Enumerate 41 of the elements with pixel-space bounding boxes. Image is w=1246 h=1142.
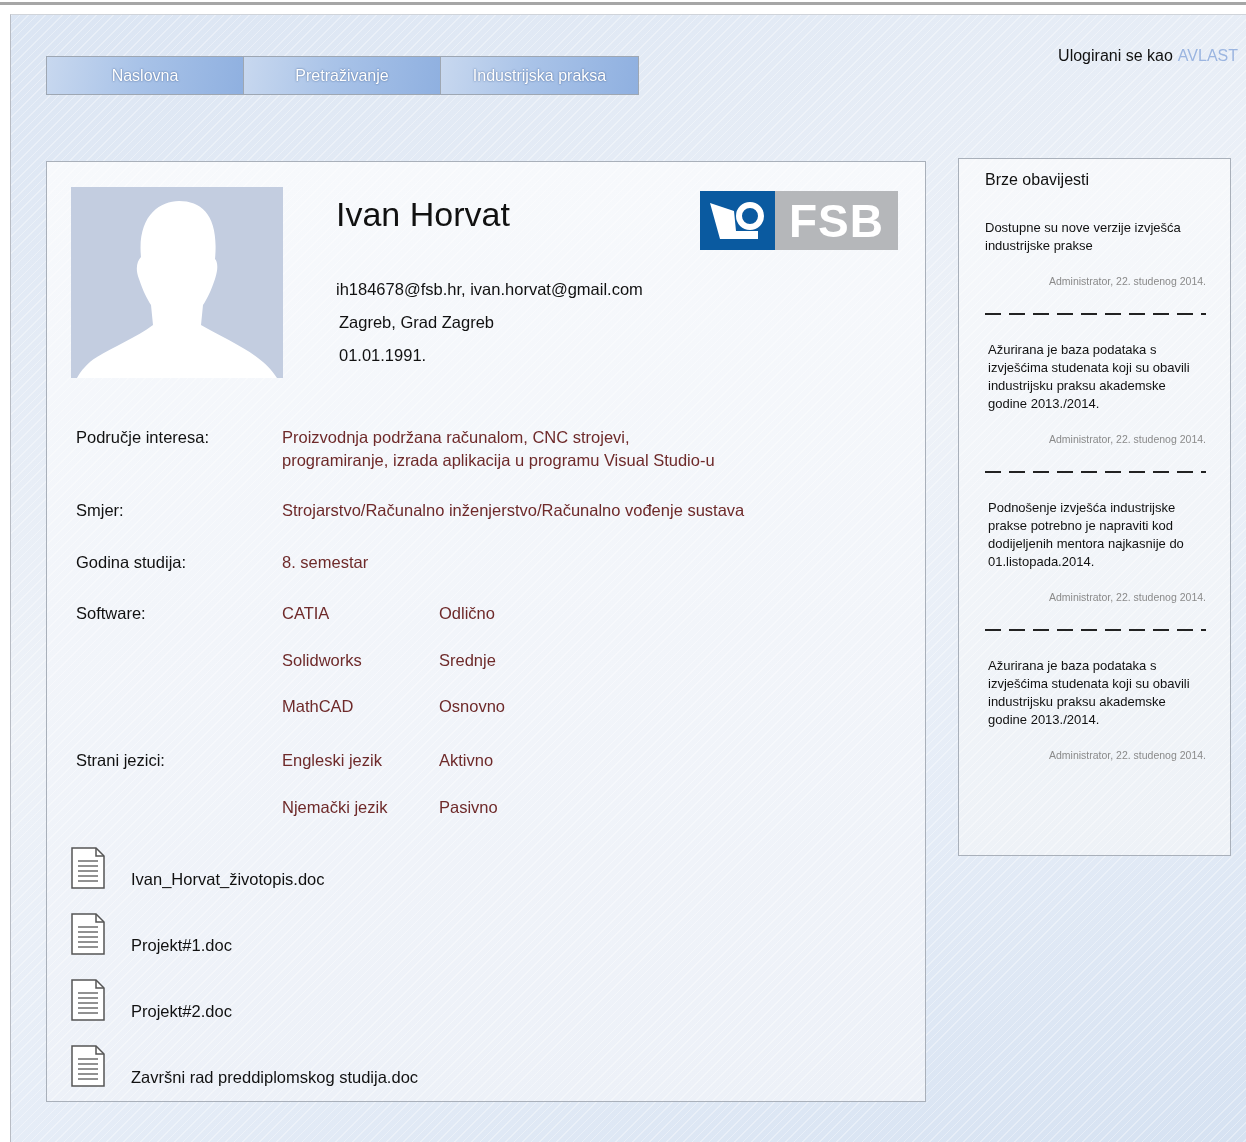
item-name: Solidworks [282, 649, 363, 671]
item-rating: Pasivno [439, 796, 499, 818]
document-icon [71, 978, 105, 1021]
item-rating: Aktivno [439, 750, 495, 771]
field-label: Godina studija: [76, 552, 188, 573]
document-icon [71, 846, 105, 889]
news-meta: Administrator, 22. studenog 2014. [1047, 275, 1206, 287]
contact-info: Zagreb, Grad Zagreb [338, 313, 495, 332]
document-icon [71, 1044, 105, 1087]
document-icon [71, 912, 105, 955]
document-link[interactable]: Projekt#2.doc [131, 1001, 232, 1021]
news-text: Dostupne su nove verzije izvješća industrijske prakse [985, 219, 1182, 255]
item-rating: Odlično [439, 603, 496, 624]
document-link[interactable]: Projekt#1.doc [131, 935, 232, 955]
field-value: Proizvodnja podržana računalom, CNC strojevi, programiranje, izrada aplikacija u programu Visual Studio-u [282, 427, 716, 471]
news-meta: Administrator, 22. studenog 2014. [1047, 433, 1206, 445]
field-label: Software: [76, 603, 147, 624]
item-name: MathCAD [282, 696, 355, 717]
login-status: Ulogirani se kao [1058, 47, 1173, 64]
news-meta: Administrator, 22. studenog 2014. [1047, 749, 1206, 761]
news-text: Ažurirana je baza podataka s izvješćima studenata koji su obavili industrijsku praksu akademske godine 2013./2014. [988, 657, 1191, 729]
item-name: Engleski jezik [282, 750, 383, 771]
field-label: Smjer: [76, 500, 125, 521]
field-label: Područje interesa: [76, 427, 210, 448]
item-rating: Osnovno [439, 696, 507, 717]
contact-info: 01.01.1991. [338, 346, 428, 365]
faculty-logo: FSB [700, 191, 898, 250]
item-rating: Srednje [439, 649, 497, 671]
news-text: Podnošenje izvješća industrijske prakse potrebno je napraviti kod dodijeljenih mentora najkasnije do 01.listopada.2014. [988, 499, 1185, 571]
panel-title: Brze obavijesti [985, 171, 1091, 189]
field-value: Strojarstvo/Računalno inženjerstvo/Računalno vođenje sustava [282, 500, 746, 521]
field-value: 8. semestar [282, 552, 370, 573]
document-link[interactable]: Ivan_Horvat_životopis.doc [131, 869, 325, 889]
field-label: Strani jezici: [76, 750, 166, 771]
student-name: Ivan Horvat [336, 195, 510, 234]
document-link[interactable]: Završni rad preddiplomskog studija.doc [131, 1067, 419, 1087]
item-name: CATIA [282, 603, 331, 624]
news-text: Ažurirana je baza podataka s izvješćima studenata koji su obavili industrijsku praksu akademske godine 2013./2014. [988, 341, 1191, 413]
news-meta: Administrator, 22. studenog 2014. [1047, 591, 1206, 603]
contact-info: ih184678@fsb.hr, ivan.horvat@gmail.com [336, 280, 644, 299]
item-name: Njemački jezik [282, 796, 389, 818]
